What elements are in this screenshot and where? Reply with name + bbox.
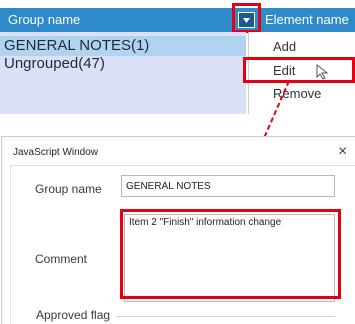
dropdown-highlight-box — [232, 3, 261, 33]
edit-highlight-box — [243, 57, 355, 83]
group-name-label: Group name — [35, 182, 102, 196]
dialog-title: JavaScript Window — [13, 147, 99, 158]
menu-item-remove[interactable]: Remove — [273, 86, 321, 101]
close-icon[interactable]: × — [338, 143, 347, 161]
group-item-ungrouped[interactable]: Ungrouped(47) — [4, 55, 105, 72]
comment-highlight-box — [120, 209, 341, 299]
approved-flag-field[interactable] — [116, 316, 335, 317]
comment-label: Comment — [35, 252, 88, 266]
group-name-column-header: Group name — [8, 12, 81, 27]
approved-flag-label: Approved flag — [36, 308, 111, 322]
element-name-column-header: Element name — [265, 12, 349, 27]
mouse-cursor-icon — [316, 64, 329, 80]
group-name-input[interactable] — [121, 175, 335, 197]
menu-item-add[interactable]: Add — [273, 39, 296, 54]
group-item-general-notes[interactable]: GENERAL NOTES(1) — [4, 37, 149, 54]
